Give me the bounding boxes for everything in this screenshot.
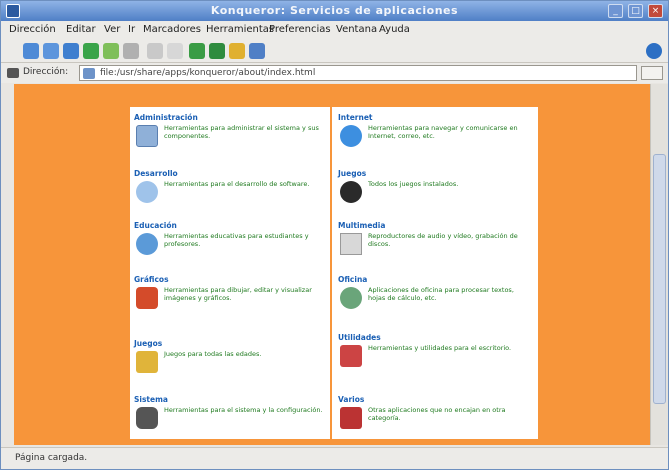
education-icon [136,233,158,255]
category-panel-left: Administración Herramientas para adminis… [130,107,330,439]
konqueror-gear-icon [646,43,662,59]
develop-icon [136,181,158,203]
status-text: Página cargada. [15,453,88,463]
category-description: Todos los juegos instalados. [368,180,459,188]
category-item[interactable]: Utilidades Herramientas y utilidades par… [338,333,534,367]
multimedia-icon [340,233,362,255]
category-title[interactable]: Gráficos [134,275,330,284]
bomb-icon [340,181,362,203]
category-description: Juegos para todas las edades. [164,350,262,358]
category-panel-right: Internet Herramientas para navegar y com… [332,107,538,439]
menu-ayuda[interactable]: Ayuda [379,24,410,35]
menu-editar[interactable]: Editar [66,24,96,35]
category-item[interactable]: Varios Otras aplicaciones que no encajan… [338,395,534,429]
category-description: Herramientas para el desarrollo de softw… [164,180,310,188]
menu-ventana[interactable]: Ventana [336,24,377,35]
internet-icon [340,125,362,147]
cut-icon[interactable] [147,43,163,59]
category-item[interactable]: Internet Herramientas para navegar y com… [338,113,534,147]
utility-icon [340,345,362,367]
menu-marcadores[interactable]: Marcadores [143,24,201,35]
window-title: Konqueror: Servicios de aplicaciones [210,4,459,17]
clear-location-icon[interactable] [7,68,19,78]
category-title[interactable]: Oficina [338,275,534,284]
back-icon[interactable] [23,43,39,59]
title-bar[interactable]: Konqueror: Servicios de aplicaciones _ □… [1,1,668,21]
games-icon [136,351,158,373]
close-button[interactable]: × [648,4,663,18]
zoom-out-icon[interactable] [209,43,225,59]
location-bar: Dirección: file:/usr/share/apps/konquero… [1,63,668,83]
category-title[interactable]: Educación [134,221,330,230]
copy-icon[interactable] [167,43,183,59]
category-description: Herramientas para administrar el sistema… [164,124,319,140]
category-item[interactable]: Juegos Todos los juegos instalados. [338,169,534,203]
category-title[interactable]: Juegos [338,169,534,178]
category-item[interactable]: Sistema Herramientas para el sistema y l… [134,395,330,429]
category-description: Herramientas para dibujar, editar y visu… [164,286,312,302]
konqueror-window: Konqueror: Servicios de aplicaciones _ □… [0,0,669,470]
misc-icon [340,407,362,429]
category-item[interactable]: Juegos Juegos para todas las edades. [134,339,330,373]
maximize-button[interactable]: □ [628,4,643,18]
category-title[interactable]: Administración [134,113,330,122]
category-title[interactable]: Sistema [134,395,330,404]
category-description: Otras aplicaciones que no encajan en otr… [368,406,506,422]
category-description: Aplicaciones de oficina para procesar te… [368,286,514,302]
print-icon[interactable] [229,43,245,59]
category-description: Reproductores de audio y vídeo, grabació… [368,232,518,248]
menu-bar: Dirección Editar Ver Ir Marcadores Herra… [1,21,668,39]
category-item[interactable]: Desarrollo Herramientas para el desarrol… [134,169,330,203]
admin-icon [136,125,158,147]
menu-ir[interactable]: Ir [128,24,135,35]
menu-ver[interactable]: Ver [104,24,120,35]
category-item[interactable]: Oficina Aplicaciones de oficina para pro… [338,275,534,309]
system-icon [136,407,158,429]
category-description: Herramientas para navegar y comunicarse … [368,124,518,140]
forward-icon[interactable] [43,43,59,59]
status-bar: Página cargada. [1,447,668,469]
scrollbar-thumb[interactable] [653,154,666,404]
category-item[interactable]: Educación Herramientas educativas para e… [134,221,330,255]
stop-icon[interactable] [123,43,139,59]
category-item[interactable]: Administración Herramientas para adminis… [134,113,330,147]
category-item[interactable]: Multimedia Reproductores de audio y víde… [338,221,534,255]
bookmark-icon[interactable] [249,43,265,59]
url-input[interactable]: file:/usr/share/apps/konqueror/about/ind… [79,65,637,81]
zoom-in-icon[interactable] [189,43,205,59]
office-icon [340,287,362,309]
location-label: Dirección: [23,67,69,77]
menu-herramientas[interactable]: Herramientas [206,24,274,35]
home-icon[interactable] [103,43,119,59]
category-description: Herramientas y utilidades para el escrit… [368,344,512,352]
menu-direccion[interactable]: Dirección [9,24,56,35]
graphics-icon [136,287,158,309]
vertical-scrollbar[interactable] [650,84,668,445]
category-title[interactable]: Varios [338,395,534,404]
page-icon [83,68,95,79]
reload-icon[interactable] [83,43,99,59]
category-title[interactable]: Multimedia [338,221,534,230]
minimize-button[interactable]: _ [608,4,623,18]
menu-preferencias[interactable]: Preferencias [269,24,331,35]
up-icon[interactable] [63,43,79,59]
category-description: Herramientas educativas para estudiantes… [164,232,309,248]
category-item[interactable]: Gráficos Herramientas para dibujar, edit… [134,275,330,309]
category-title[interactable]: Internet [338,113,534,122]
category-title[interactable]: Juegos [134,339,330,348]
url-text: file:/usr/share/apps/konqueror/about/ind… [100,68,316,78]
category-description: Herramientas para el sistema y la config… [164,406,323,414]
go-button[interactable] [641,66,663,80]
tool-bar [1,39,668,63]
category-title[interactable]: Utilidades [338,333,534,342]
category-title[interactable]: Desarrollo [134,169,330,178]
